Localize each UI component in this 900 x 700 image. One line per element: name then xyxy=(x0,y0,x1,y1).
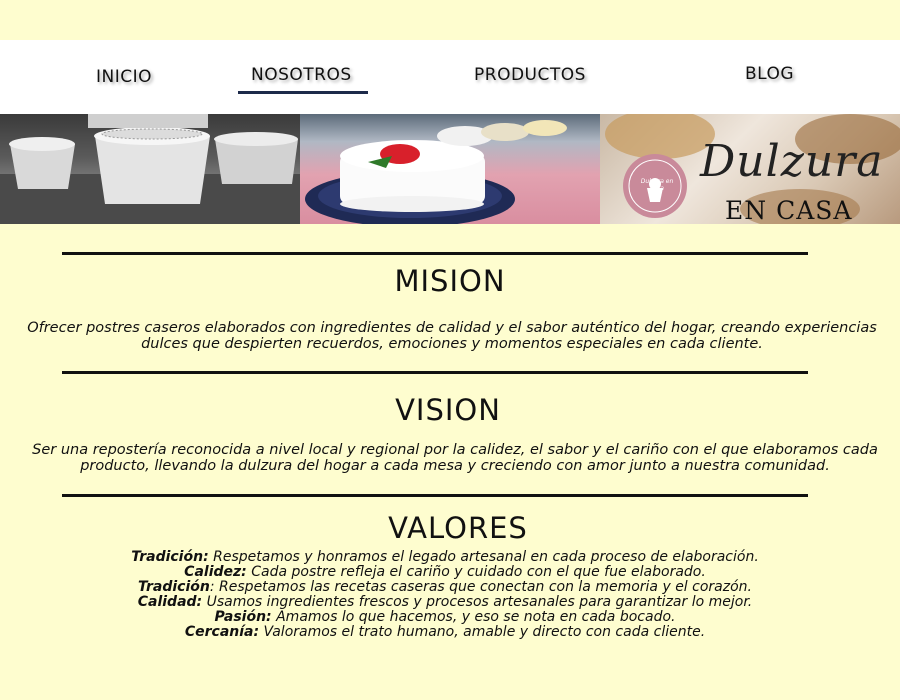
logo-badge-text: Dulzura en casa xyxy=(640,178,674,192)
logo-subtitle-text: EN CASA xyxy=(725,196,853,224)
vision-text: Ser una repostería reconocida a nivel lo… xyxy=(32,442,878,474)
banner-image-strawberry-cake xyxy=(300,114,600,224)
valor-text: Amamos lo que hacemos, y eso se nota en … xyxy=(271,609,676,625)
hero-banner: Dulzura EN CASA Dulzura en casa xyxy=(0,114,900,224)
valores-heading: VALORES xyxy=(388,511,528,545)
vision-heading: VISION xyxy=(395,393,501,427)
mision-text: Ofrecer postres caseros elaborados con i… xyxy=(27,320,877,352)
valor-name: Tradición: xyxy=(131,549,209,565)
valor-item: Calidad: Usamos ingredientes frescos y p… xyxy=(0,595,890,610)
logo-script-text: Dulzura xyxy=(700,136,884,187)
section-divider xyxy=(62,371,808,374)
banner-logo-panel: Dulzura EN CASA Dulzura en casa xyxy=(600,114,900,224)
banner-image-dessert-cups xyxy=(0,114,300,224)
valor-text: Valoramos el trato humano, amable y dire… xyxy=(259,624,706,640)
section-divider xyxy=(62,494,808,497)
valor-text: Cada postre refleja el cariño y cuidado … xyxy=(246,564,706,580)
section-divider xyxy=(62,252,808,255)
valores-list: Tradición: Respetamos y honramos el lega… xyxy=(0,550,890,640)
valor-name: Pasión: xyxy=(214,609,272,625)
valor-name: Tradición xyxy=(138,579,210,595)
valor-item: Tradición: Respetamos las recetas casera… xyxy=(0,580,890,595)
nav-item-blog[interactable]: BLOG xyxy=(745,64,794,84)
valor-name: Cercanía: xyxy=(184,624,260,640)
valor-name: Calidez: xyxy=(184,564,247,580)
nav-item-inicio[interactable]: INICIO xyxy=(96,67,152,87)
valor-item: Calidez: Cada postre refleja el cariño y… xyxy=(0,565,890,580)
top-navigation: INICIO NOSOTROS PRODUCTOS BLOG xyxy=(0,40,900,114)
active-nav-indicator xyxy=(238,91,368,94)
valor-text: Respetamos y honramos el legado artesana… xyxy=(208,549,759,565)
nav-item-nosotros[interactable]: NOSOTROS xyxy=(251,65,352,85)
valor-text: : Respetamos las recetas caseras que con… xyxy=(209,579,752,595)
mision-heading: MISION xyxy=(394,264,506,298)
valor-name: Calidad: xyxy=(137,594,203,610)
valor-text: Usamos ingredientes frescos y procesos a… xyxy=(202,594,753,610)
nav-item-productos[interactable]: PRODUCTOS xyxy=(474,65,586,85)
valor-item: Pasión: Amamos lo que hacemos, y eso se … xyxy=(0,610,890,625)
valor-item: Tradición: Respetamos y honramos el lega… xyxy=(0,550,890,565)
valor-item: Cercanía: Valoramos el trato humano, ama… xyxy=(0,625,890,640)
